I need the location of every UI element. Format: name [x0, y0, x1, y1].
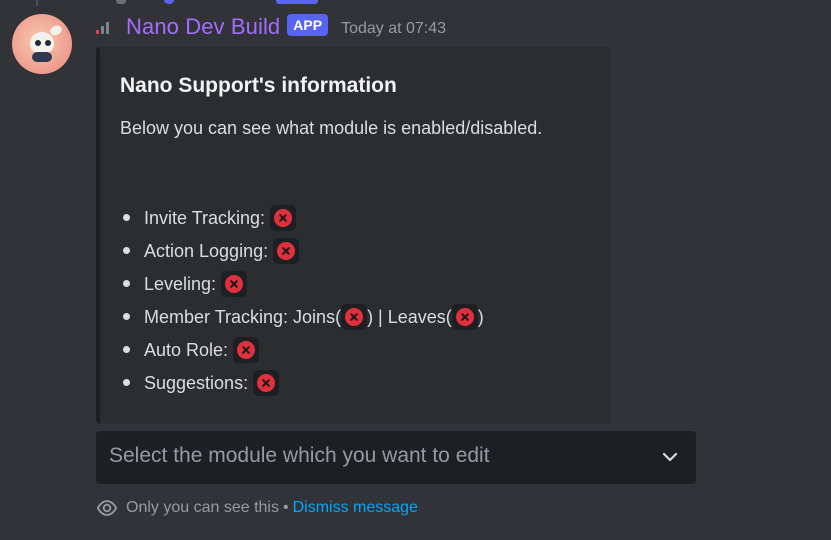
ephemeral-notice: Only you can see this • Dismiss message: [96, 497, 418, 519]
cross-mark-icon: [270, 204, 297, 231]
embed-title: Nano Support's information: [120, 74, 397, 97]
bullet: [123, 247, 130, 254]
list-item: Suggestions:: [120, 366, 484, 399]
reply-command-chip[interactable]: [276, 0, 318, 4]
module-label: Invite Tracking:: [144, 207, 266, 228]
avatar[interactable]: [12, 14, 72, 74]
dismiss-message-link[interactable]: Dismiss message: [293, 499, 418, 517]
reply-spine: [36, 0, 38, 6]
cross-mark-icon: [273, 237, 300, 264]
module-label: Member Tracking: Joins(: [144, 306, 342, 327]
module-label: Auto Role:: [144, 339, 229, 360]
cross-mark-icon: [233, 336, 260, 363]
list-item: Auto Role:: [120, 333, 484, 366]
ephemeral-separator: •: [282, 499, 289, 516]
bullet: [123, 313, 130, 320]
eye-icon: [96, 500, 118, 516]
bullet: [123, 346, 130, 353]
cross-mark-icon: [451, 303, 478, 330]
cross-mark-icon: [253, 369, 280, 396]
module-label: Suggestions:: [144, 372, 249, 393]
list-item: Invite Tracking:: [120, 201, 484, 234]
author-username[interactable]: Nano Dev Build: [126, 14, 280, 40]
reply-avatar-icon: [164, 0, 174, 4]
ephemeral-text: Only you can see this: [126, 499, 279, 516]
connection-signal-icon: [96, 20, 112, 34]
message-embed: Nano Support's information Below you can…: [96, 47, 611, 424]
app-badge: APP: [287, 14, 329, 36]
bullet: [123, 214, 130, 221]
module-status-list: Invite Tracking: Action Logging: Levelin…: [120, 201, 484, 399]
list-item: Action Logging:: [120, 234, 484, 267]
module-label-separator: ) | Leaves(: [367, 306, 452, 327]
message-timestamp[interactable]: Today at 07:43: [341, 20, 446, 38]
list-item: Member Tracking: Joins( ) | Leaves( ): [120, 300, 484, 333]
discord-message-view: Nano Dev Build APP Today at 07:43 Nano S…: [0, 0, 831, 540]
module-label: Action Logging:: [144, 240, 269, 261]
chevron-down-icon: [662, 452, 678, 462]
cross-mark-icon: [341, 303, 368, 330]
module-label: Leveling:: [144, 273, 217, 294]
list-item: Leveling:: [120, 267, 484, 300]
cross-mark-icon: [221, 270, 248, 297]
module-select-menu[interactable]: Select the module which you want to edit: [96, 431, 696, 484]
avatar-eye-right: [45, 40, 51, 46]
reply-icon: [116, 0, 126, 4]
embed-description: Below you can see what module is enabled…: [120, 118, 543, 138]
message-header: Nano Dev Build APP Today at 07:43: [96, 13, 446, 41]
bullet: [123, 280, 130, 287]
avatar-body: [32, 52, 52, 62]
select-placeholder: Select the module which you want to edit: [109, 444, 490, 467]
avatar-eye-left: [35, 40, 41, 46]
module-label-end: ): [477, 306, 484, 327]
reply-connector: [36, 0, 336, 6]
bullet: [123, 379, 130, 386]
